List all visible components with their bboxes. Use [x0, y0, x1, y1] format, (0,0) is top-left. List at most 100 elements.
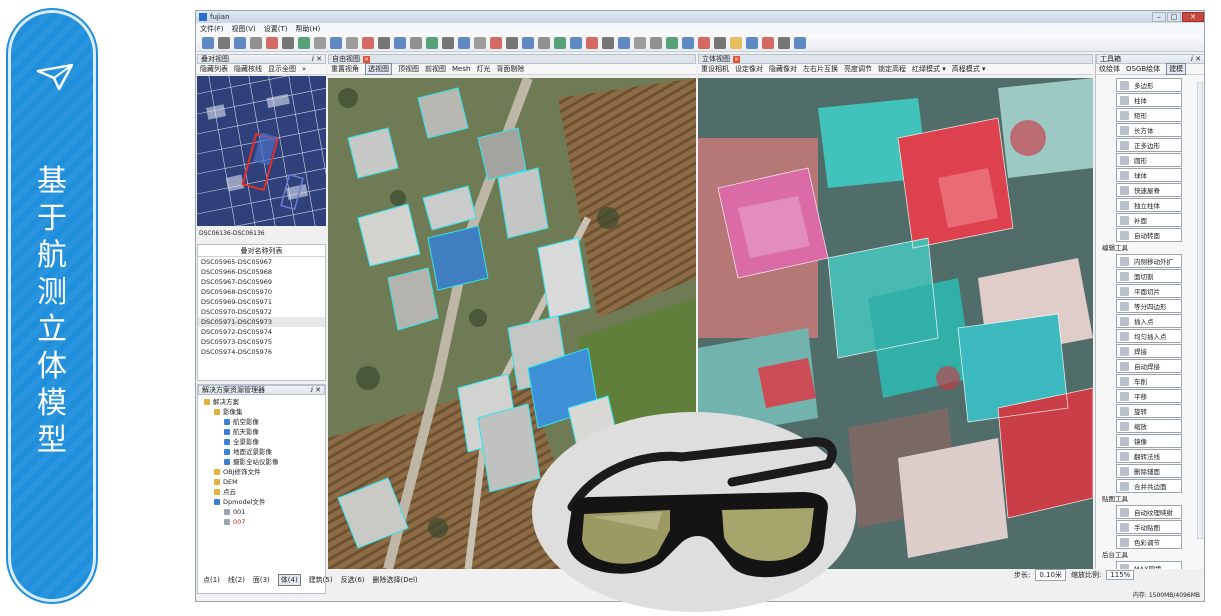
overlap-list-item[interactable]: DSC05968-DSC05970 — [198, 287, 325, 297]
free-view-tool[interactable]: 重置视角 — [331, 64, 359, 74]
tree-node[interactable]: 摄影全站仪影像 — [198, 457, 325, 467]
tool-button[interactable]: 正多边形 — [1116, 138, 1182, 152]
toolbar-tool-icon[interactable] — [298, 36, 310, 49]
toolbar-tool-icon[interactable] — [554, 36, 566, 49]
selection-mode-button[interactable]: 面(3) — [253, 575, 270, 585]
tool-button[interactable]: 自动焊接 — [1116, 359, 1182, 373]
overlap-list-item[interactable]: DSC05974-DSC05976 — [198, 347, 325, 357]
toolbar-tool-icon[interactable] — [362, 36, 374, 49]
tool-button[interactable]: 等分四边形 — [1116, 299, 1182, 313]
menu-help[interactable]: 帮助(H) — [296, 24, 321, 34]
tab-hide-list[interactable]: 隐藏列表 — [200, 64, 228, 74]
toolbox-section-header[interactable]: 贴图工具 — [1096, 494, 1204, 505]
toolbar-tool-icon[interactable] — [442, 36, 454, 49]
toolbox-scrollbar[interactable] — [1197, 82, 1203, 539]
tool-button[interactable]: 删除辅面 — [1116, 464, 1182, 478]
toolbar-tool-icon[interactable] — [698, 36, 710, 49]
toolbar-tool-icon[interactable] — [522, 36, 534, 49]
overlap-list-item[interactable]: DSC05971-DSC05973 — [198, 317, 325, 327]
free-view-tool[interactable]: 顶视图 — [398, 64, 419, 74]
stereo-view-tool[interactable]: 亮度调节 — [844, 64, 872, 74]
close-tab-icon[interactable]: × — [363, 55, 370, 63]
tool-button[interactable]: 平移 — [1116, 389, 1182, 403]
tool-button[interactable]: 平面切片 — [1116, 284, 1182, 298]
toolbar-tool-icon[interactable] — [778, 36, 790, 49]
tab-modeling[interactable]: 建模 — [1166, 63, 1187, 75]
pin-icon[interactable]: ⅈ ✕ — [310, 386, 321, 394]
toolbox-section-header[interactable]: 后台工具 — [1096, 550, 1204, 561]
menu-settings[interactable]: 设置(T) — [264, 24, 288, 34]
tool-button[interactable]: 球体 — [1116, 168, 1182, 182]
tool-button[interactable]: 焊接 — [1116, 344, 1182, 358]
maximize-button[interactable]: □ — [1167, 12, 1181, 22]
toolbar-tool-icon[interactable] — [474, 36, 486, 49]
tool-button[interactable]: 自动纹理映射 — [1116, 505, 1182, 519]
selection-mode-button[interactable]: 体(4) — [277, 574, 301, 586]
toolbar-tool-icon[interactable] — [586, 36, 598, 49]
tree-node[interactable]: 点云 — [198, 487, 325, 497]
toolbar-tool-icon[interactable] — [666, 36, 678, 49]
stereo-view-tool[interactable]: 设定像对 — [735, 64, 763, 74]
tool-button[interactable]: 多边形 — [1116, 78, 1182, 92]
stereo-view-tool[interactable]: 红绿模式 ▾ — [912, 64, 946, 74]
toolbar-tool-icon[interactable] — [794, 36, 806, 49]
tab-texture-body[interactable]: 纹绘体 — [1099, 64, 1120, 74]
toolbar-tool-icon[interactable] — [250, 36, 262, 49]
stereo-view-tool[interactable]: 锁定高程 — [878, 64, 906, 74]
tool-button[interactable]: 内侧移动外扩 — [1116, 254, 1182, 268]
tab-osgb-body[interactable]: OSGB绘体 — [1126, 64, 1160, 74]
toolbar-tool-icon[interactable] — [682, 36, 694, 49]
overlap-list-item[interactable]: DSC05965-DSC05967 — [198, 257, 325, 267]
tree-node[interactable]: 航空影像 — [198, 417, 325, 427]
overlap-list-item[interactable]: DSC05967-DSC05969 — [198, 277, 325, 287]
stereo-view-tool[interactable]: 隐藏像对 — [769, 64, 797, 74]
tree-node[interactable]: OBJ修饰文件 — [198, 467, 325, 477]
pin-icon[interactable]: ⅈ ✕ — [311, 55, 322, 63]
overlap-map[interactable] — [197, 76, 326, 226]
free-view-tool[interactable]: 透视图 — [365, 63, 392, 75]
stereo-view-tab[interactable]: 立体视图 × — [698, 54, 1093, 64]
tool-button[interactable]: 均匀插入点 — [1116, 329, 1182, 343]
tool-button[interactable]: 手动贴图 — [1116, 520, 1182, 534]
tool-button[interactable]: 缩放 — [1116, 419, 1182, 433]
tree-node[interactable]: 解决方案 — [198, 397, 325, 407]
tool-button[interactable]: 独立柱体 — [1116, 198, 1182, 212]
tool-button[interactable]: 自动转面 — [1116, 228, 1182, 242]
toolbar-tool-icon[interactable] — [426, 36, 438, 49]
toolbar-tool-icon[interactable] — [202, 36, 214, 49]
toolbar-tool-icon[interactable] — [218, 36, 230, 49]
overlap-list-item[interactable]: DSC05972-DSC05974 — [198, 327, 325, 337]
selection-mode-button[interactable]: 点(1) — [203, 575, 220, 585]
selection-mode-button[interactable]: 删除选择(Del) — [373, 575, 418, 585]
tool-button[interactable]: 旋转 — [1116, 404, 1182, 418]
stereo-view-tool[interactable]: 重设相机 — [701, 64, 729, 74]
tool-button[interactable]: 面切割 — [1116, 269, 1182, 283]
toolbox-section-header[interactable]: 编辑工具 — [1096, 243, 1204, 254]
menu-view[interactable]: 视图(V) — [232, 24, 256, 34]
free-view-tool[interactable]: Mesh — [452, 65, 470, 73]
stereo-view-tool[interactable]: 左右片互换 — [803, 64, 838, 74]
toolbar-tool-icon[interactable] — [314, 36, 326, 49]
toolbar-tool-icon[interactable] — [410, 36, 422, 49]
tool-button[interactable]: 合并共边面 — [1116, 479, 1182, 493]
close-button[interactable]: ✕ — [1182, 12, 1204, 22]
toolbar-tool-icon[interactable] — [538, 36, 550, 49]
tree-node[interactable]: 地面近景影像 — [198, 447, 325, 457]
toolbar-tool-icon[interactable] — [506, 36, 518, 49]
overlap-list-item[interactable]: DSC05973-DSC05975 — [198, 337, 325, 347]
minimize-button[interactable]: – — [1152, 12, 1166, 22]
tool-button[interactable]: 色彩调节 — [1116, 535, 1182, 549]
tool-button[interactable]: 圆形 — [1116, 153, 1182, 167]
overlap-list-item[interactable]: DSC05966-DSC05968 — [198, 267, 325, 277]
tree-node[interactable]: 航天影像 — [198, 427, 325, 437]
tree-node[interactable]: 007 — [198, 517, 325, 527]
tool-button[interactable]: MAX同步 — [1116, 561, 1182, 569]
tool-button[interactable]: 车削 — [1116, 374, 1182, 388]
selection-mode-button[interactable]: 线(2) — [228, 575, 245, 585]
overlap-list-item[interactable]: DSC05970-DSC05972 — [198, 307, 325, 317]
toolbar-tool-icon[interactable] — [394, 36, 406, 49]
toolbar-tool-icon[interactable] — [378, 36, 390, 49]
toolbar-tool-icon[interactable] — [730, 36, 742, 49]
tool-button[interactable]: 插入点 — [1116, 314, 1182, 328]
tree-node[interactable]: DEM — [198, 477, 325, 487]
